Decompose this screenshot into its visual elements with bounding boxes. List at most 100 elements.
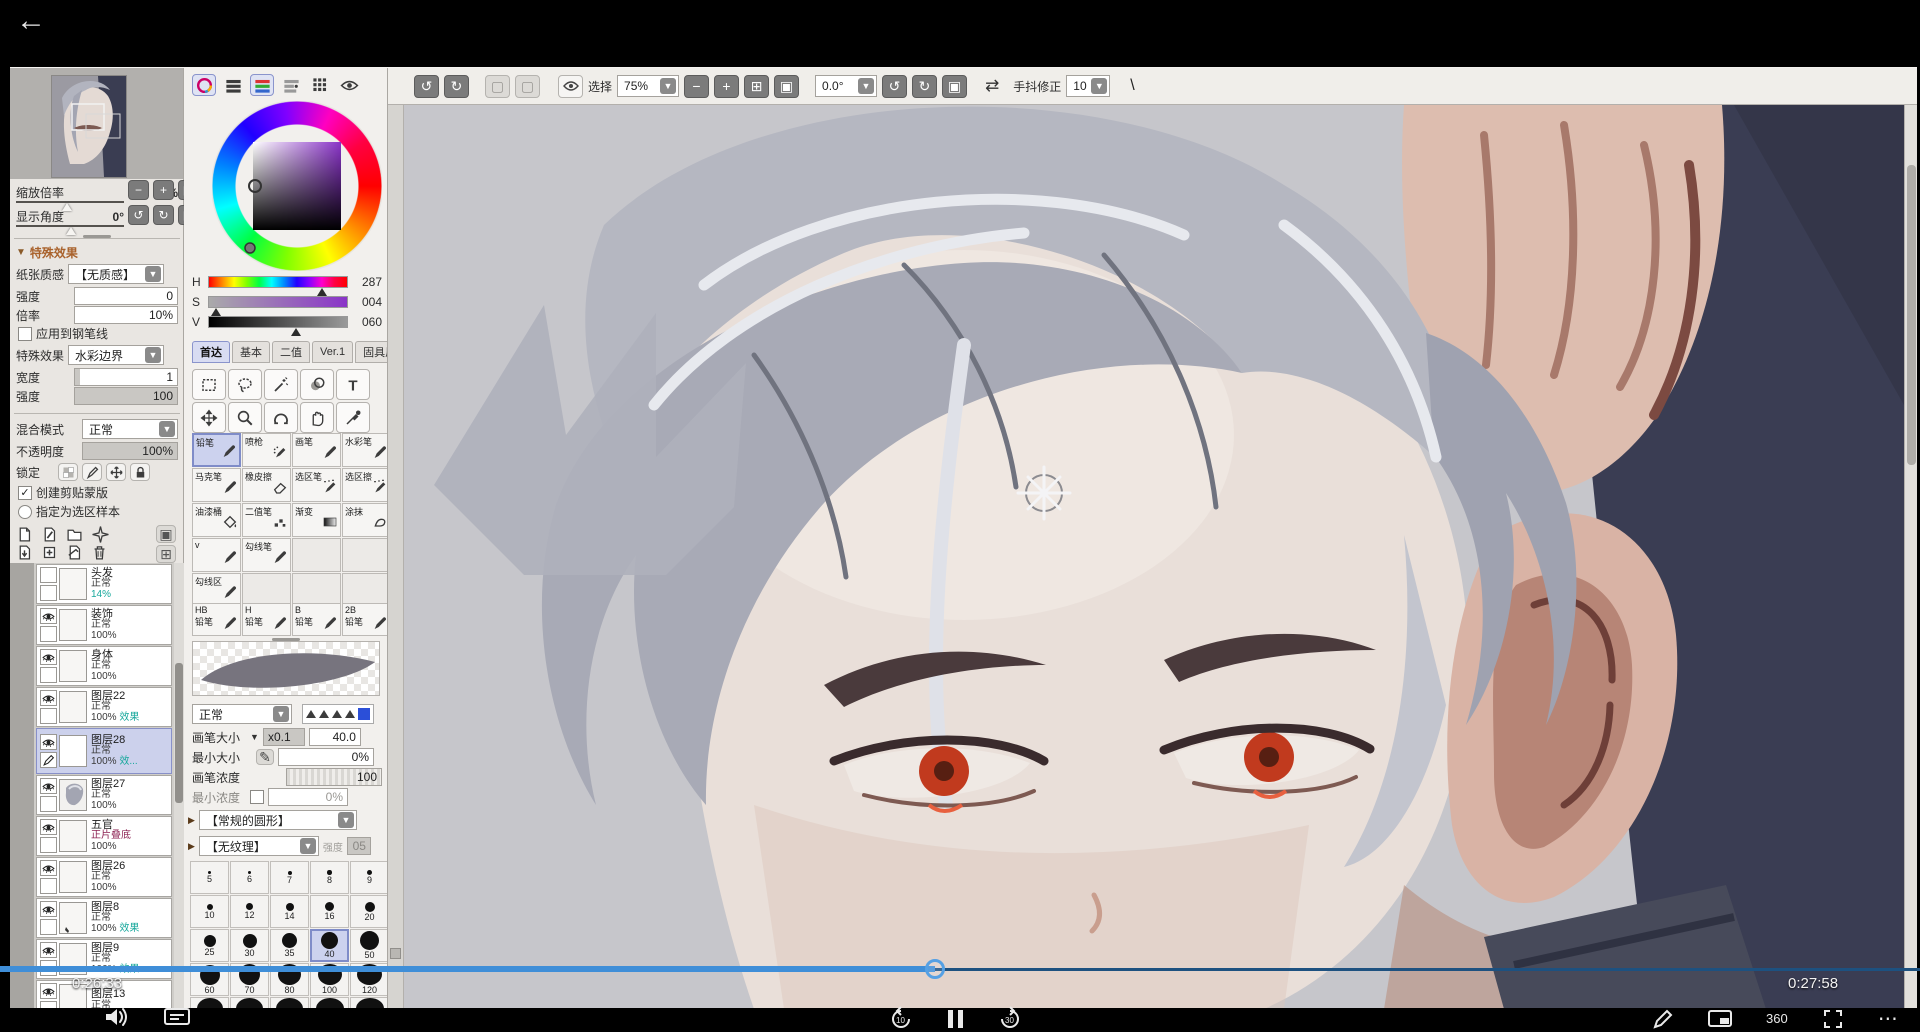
- rotate-ccw-icon[interactable]: ↺: [882, 75, 907, 98]
- nav-angle-slider-thumb[interactable]: [66, 227, 76, 235]
- zoom-out-icon[interactable]: −: [684, 75, 709, 98]
- layer-pencil-slot[interactable]: [40, 919, 57, 935]
- layer-pencil-slot[interactable]: [40, 708, 57, 724]
- brush-size-35[interactable]: 35: [270, 929, 309, 962]
- text-icon[interactable]: T: [336, 369, 370, 400]
- color-wheel-icon[interactable]: [192, 74, 216, 96]
- brush-empty[interactable]: [242, 573, 291, 607]
- canvas-angle-dropdown[interactable]: 0.0° ▼: [815, 75, 877, 97]
- tool-tab[interactable]: 基本: [232, 341, 270, 363]
- apply-pen-checkbox[interactable]: [18, 327, 32, 341]
- undo-icon[interactable]: ↺: [414, 75, 439, 98]
- color-mixer-icon[interactable]: [279, 74, 303, 96]
- notes-icon[interactable]: [164, 1007, 190, 1027]
- layer-list-scrollbar[interactable]: [174, 563, 184, 1008]
- layer-pencil-slot[interactable]: [40, 878, 57, 894]
- layer-thumbnail[interactable]: [59, 902, 87, 934]
- layer-thumbnail[interactable]: [59, 735, 87, 767]
- lock-move-icon[interactable]: [106, 463, 126, 481]
- layer-thumbnail[interactable]: [59, 568, 87, 600]
- brush-涂抹[interactable]: 涂抹: [342, 503, 388, 537]
- brush-喷枪[interactable]: 喷枪: [242, 433, 291, 467]
- effects-header-row[interactable]: ▼ 特殊效果: [16, 244, 78, 261]
- brush-size-30[interactable]: 30: [230, 929, 269, 962]
- reset-rotation-icon[interactable]: ▣: [942, 75, 967, 98]
- nav-zoom-out-button[interactable]: −: [128, 180, 149, 200]
- tip-shape-triangle[interactable]: [345, 710, 355, 718]
- layer-pencil-slot[interactable]: [40, 752, 57, 768]
- effect-strength-slider[interactable]: 100: [74, 387, 178, 405]
- min-size-value[interactable]: 0%: [278, 748, 374, 766]
- layer-row[interactable]: 图层27 正常 100%: [36, 775, 172, 815]
- brush-v[interactable]: v: [192, 538, 241, 572]
- paper-scale-input[interactable]: 10%: [74, 306, 178, 324]
- brush-二值笔[interactable]: 二值笔: [242, 503, 291, 537]
- select-rect-icon[interactable]: [192, 369, 226, 400]
- tip-shape-triangle[interactable]: [306, 710, 316, 718]
- lasso-icon[interactable]: [228, 369, 262, 400]
- brush-size-200[interactable]: 200: [230, 997, 269, 1008]
- hue-slider[interactable]: [208, 276, 348, 288]
- tip-shape-triangle[interactable]: [332, 710, 342, 718]
- layer-visibility-toggle[interactable]: [40, 983, 57, 999]
- min-density-checkbox[interactable]: [250, 790, 264, 804]
- color-wheel[interactable]: [198, 101, 368, 271]
- tool-tab[interactable]: 首达: [192, 341, 230, 363]
- layer-row[interactable]: 图层26 正常 100%: [36, 857, 172, 897]
- more-icon[interactable]: ⋯: [1878, 1006, 1900, 1031]
- panel-option-icon[interactable]: ▣: [156, 525, 176, 543]
- brush-size-5[interactable]: 5: [190, 861, 229, 894]
- layer-visibility-toggle[interactable]: [40, 901, 57, 917]
- layer-pencil-slot[interactable]: [40, 626, 57, 642]
- redo-icon[interactable]: ↻: [444, 75, 469, 98]
- canvas-artwork[interactable]: [404, 105, 1904, 1008]
- brush-empty[interactable]: [342, 538, 388, 572]
- forward-30-icon[interactable]: 30: [997, 1006, 1023, 1032]
- video-progress-knob[interactable]: [925, 959, 945, 979]
- rotate-cw-icon[interactable]: ↻: [912, 75, 937, 98]
- brush-size-16[interactable]: 16: [310, 895, 349, 928]
- brush-size-20[interactable]: 20: [350, 895, 388, 928]
- lock-alpha-icon[interactable]: [58, 463, 78, 481]
- panel-splitter[interactable]: [388, 68, 404, 1008]
- paper-dropdown[interactable]: 【无质感】 ▼: [68, 264, 164, 284]
- pause-icon[interactable]: [948, 1010, 963, 1028]
- brush-油漆桶[interactable]: 油漆桶: [192, 503, 241, 537]
- brush-选区笔[interactable]: 选区笔: [292, 468, 341, 502]
- pencil-variant-HB[interactable]: HB 铅笔: [192, 603, 241, 636]
- fit-canvas-icon[interactable]: ⊞: [744, 75, 769, 98]
- fullscreen-icon[interactable]: [1822, 1008, 1844, 1030]
- actual-size-icon[interactable]: ▣: [774, 75, 799, 98]
- nav-zoom-in-button[interactable]: +: [153, 180, 174, 200]
- opacity-slider[interactable]: 100%: [82, 442, 178, 460]
- layer-thumbnail[interactable]: [59, 861, 87, 893]
- brush-渐变[interactable]: 渐变: [292, 503, 341, 537]
- brush-铅笔[interactable]: 铅笔: [192, 433, 241, 467]
- color-sliders-icon[interactable]: [250, 74, 274, 96]
- color-eye-icon[interactable]: [337, 74, 361, 96]
- magic-wand-icon[interactable]: [264, 369, 298, 400]
- brush-勾线区[interactable]: 勾线区: [192, 573, 241, 607]
- layer-row[interactable]: 五官 正片叠底 100%: [36, 816, 172, 856]
- brush-size-12[interactable]: 12: [230, 895, 269, 928]
- brush-size-7[interactable]: 7: [270, 861, 309, 894]
- selection-sample-row[interactable]: 指定为选区样本: [18, 503, 120, 520]
- pencil-variant-B[interactable]: B 铅笔: [292, 603, 341, 636]
- chevron-right-icon[interactable]: ▶: [188, 815, 195, 826]
- brush-empty[interactable]: [292, 538, 341, 572]
- tool-tab[interactable]: 二值: [272, 341, 310, 363]
- rotate-360-icon[interactable]: 360: [1766, 1011, 1788, 1026]
- clip-mask-row[interactable]: ✓ 创建剪贴蒙版: [18, 484, 108, 501]
- layer-thumbnail[interactable]: [59, 650, 87, 682]
- apply-pen-row[interactable]: 应用到钢笔线: [18, 325, 108, 342]
- brush-size-9[interactable]: 9: [350, 861, 388, 894]
- video-progress-bar-played[interactable]: [0, 966, 935, 972]
- nav-rotate-ccw-button[interactable]: ↺: [128, 205, 149, 225]
- brush-马克笔[interactable]: 马克笔: [192, 468, 241, 502]
- brush-size-14[interactable]: 14: [270, 895, 309, 928]
- deform-icon[interactable]: [300, 369, 334, 400]
- video-progress-bar-remaining[interactable]: [935, 968, 1920, 971]
- canvas-vertical-scrollbar[interactable]: [1904, 105, 1917, 1008]
- panel-option-icon[interactable]: ⊞: [156, 545, 176, 563]
- sat-slider[interactable]: [208, 296, 348, 308]
